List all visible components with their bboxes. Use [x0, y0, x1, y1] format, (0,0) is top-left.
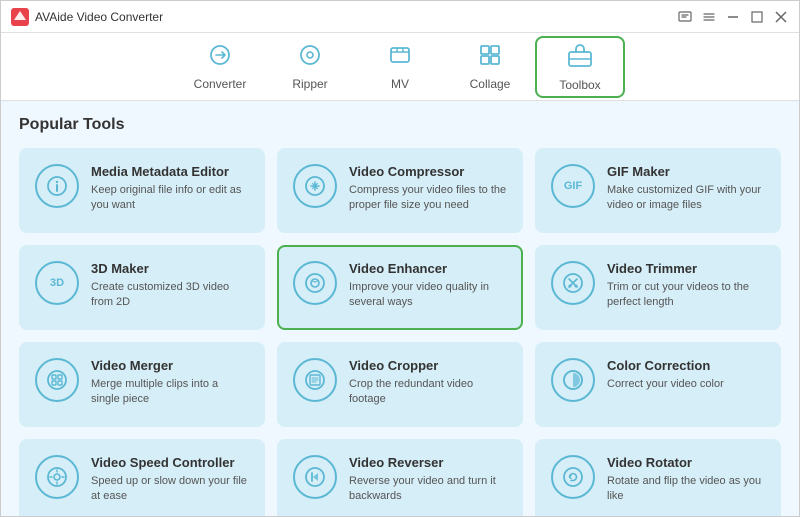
nav-toolbox[interactable]: Toolbox — [535, 36, 625, 98]
tool-card-media-metadata[interactable]: Media Metadata Editor Keep original file … — [19, 148, 265, 233]
tool-desc-media-metadata: Keep original file info or edit as you w… — [91, 183, 249, 214]
tool-desc-video-reverser: Reverse your video and turn it backwards — [349, 474, 507, 505]
tool-desc-video-enhancer: Improve your video quality in several wa… — [349, 280, 507, 311]
app-icon — [11, 8, 29, 26]
tool-name-3d-maker: 3D Maker — [91, 261, 249, 276]
tool-name-video-cropper: Video Cropper — [349, 358, 507, 373]
window-controls — [677, 9, 789, 25]
close-button[interactable] — [773, 9, 789, 25]
tool-icon-video-reverser — [293, 455, 337, 499]
tool-desc-color-correction: Correct your video color — [607, 377, 765, 392]
nav-mv[interactable]: MV — [355, 36, 445, 98]
tool-card-gif-maker[interactable]: GIF GIF Maker Make customized GIF with you… — [535, 148, 781, 233]
feedback-icon[interactable] — [677, 9, 693, 25]
tool-name-color-correction: Color Correction — [607, 358, 765, 373]
tool-name-video-enhancer: Video Enhancer — [349, 261, 507, 276]
collage-label: Collage — [470, 77, 511, 91]
tool-card-3d-maker[interactable]: 3D 3D Maker Create customized 3D video fro… — [19, 245, 265, 330]
tool-icon-video-compressor — [293, 164, 337, 208]
tool-name-video-trimmer: Video Trimmer — [607, 261, 765, 276]
mv-label: MV — [391, 77, 409, 91]
title-bar-left: AVAide Video Converter — [11, 8, 163, 26]
tool-icon-video-merger — [35, 358, 79, 402]
collage-icon — [478, 43, 502, 73]
tool-info-video-speed-controller: Video Speed Controller Speed up or slow d… — [91, 455, 249, 505]
section-title: Popular Tools — [19, 116, 781, 134]
tool-card-video-rotator[interactable]: Video Rotator Rotate and flip the video a… — [535, 439, 781, 516]
tool-info-video-rotator: Video Rotator Rotate and flip the video a… — [607, 455, 765, 505]
converter-icon — [208, 43, 232, 73]
tool-name-video-compressor: Video Compressor — [349, 164, 507, 179]
tool-icon-video-enhancer — [293, 261, 337, 305]
nav-bar: Converter Ripper MV — [1, 33, 799, 101]
toolbox-icon — [567, 42, 593, 74]
tool-icon-video-trimmer — [551, 261, 595, 305]
tool-desc-video-rotator: Rotate and flip the video as you like — [607, 474, 765, 505]
tool-info-video-cropper: Video Cropper Crop the redundant video fo… — [349, 358, 507, 408]
tool-card-video-speed-controller[interactable]: Video Speed Controller Speed up or slow d… — [19, 439, 265, 516]
tool-name-video-merger: Video Merger — [91, 358, 249, 373]
title-bar: AVAide Video Converter — [1, 1, 799, 33]
tool-icon-color-correction — [551, 358, 595, 402]
tool-card-color-correction[interactable]: Color Correction Correct your video color — [535, 342, 781, 427]
tool-info-gif-maker: GIF Maker Make customized GIF with your v… — [607, 164, 765, 214]
mv-icon — [388, 43, 412, 73]
tool-info-media-metadata: Media Metadata Editor Keep original file … — [91, 164, 249, 214]
tool-desc-video-compressor: Compress your video files to the proper … — [349, 183, 507, 214]
tool-info-video-reverser: Video Reverser Reverse your video and tur… — [349, 455, 507, 505]
tool-name-video-speed-controller: Video Speed Controller — [91, 455, 249, 470]
maximize-button[interactable] — [749, 9, 765, 25]
tool-card-video-cropper[interactable]: Video Cropper Crop the redundant video fo… — [277, 342, 523, 427]
toolbox-label: Toolbox — [559, 78, 600, 92]
tool-card-video-merger[interactable]: Video Merger Merge multiple clips into a … — [19, 342, 265, 427]
tool-name-media-metadata: Media Metadata Editor — [91, 164, 249, 179]
tool-card-video-compressor[interactable]: Video Compressor Compress your video file… — [277, 148, 523, 233]
app-title: AVAide Video Converter — [35, 10, 163, 24]
ripper-label: Ripper — [292, 77, 327, 91]
nav-collage[interactable]: Collage — [445, 36, 535, 98]
nav-converter[interactable]: Converter — [175, 36, 265, 98]
minimize-button[interactable] — [725, 9, 741, 25]
tool-card-video-enhancer[interactable]: Video Enhancer Improve your video quality… — [277, 245, 523, 330]
nav-ripper[interactable]: Ripper — [265, 36, 355, 98]
tool-icon-video-speed-controller — [35, 455, 79, 499]
tool-name-video-reverser: Video Reverser — [349, 455, 507, 470]
tool-card-video-trimmer[interactable]: Video Trimmer Trim or cut your videos to … — [535, 245, 781, 330]
tool-info-color-correction: Color Correction Correct your video color — [607, 358, 765, 392]
tool-info-video-trimmer: Video Trimmer Trim or cut your videos to … — [607, 261, 765, 311]
tool-info-3d-maker: 3D Maker Create customized 3D video from … — [91, 261, 249, 311]
tool-info-video-compressor: Video Compressor Compress your video file… — [349, 164, 507, 214]
main-content: Popular Tools Media Metadata Editor Keep … — [1, 101, 799, 516]
ripper-icon — [298, 43, 322, 73]
tool-name-gif-maker: GIF Maker — [607, 164, 765, 179]
tool-icon-video-cropper — [293, 358, 337, 402]
tool-card-video-reverser[interactable]: Video Reverser Reverse your video and tur… — [277, 439, 523, 516]
tool-icon-3d-maker: 3D — [35, 261, 79, 305]
tool-desc-video-cropper: Crop the redundant video footage — [349, 377, 507, 408]
tool-desc-3d-maker: Create customized 3D video from 2D — [91, 280, 249, 311]
menu-icon[interactable] — [701, 9, 717, 25]
tool-icon-media-metadata — [35, 164, 79, 208]
converter-label: Converter — [194, 77, 247, 91]
tool-desc-gif-maker: Make customized GIF with your video or i… — [607, 183, 765, 214]
tool-desc-video-trimmer: Trim or cut your videos to the perfect l… — [607, 280, 765, 311]
tool-name-video-rotator: Video Rotator — [607, 455, 765, 470]
tools-grid: Media Metadata Editor Keep original file … — [19, 148, 781, 516]
tool-desc-video-speed-controller: Speed up or slow down your file at ease — [91, 474, 249, 505]
tool-icon-gif-maker: GIF — [551, 164, 595, 208]
tool-info-video-merger: Video Merger Merge multiple clips into a … — [91, 358, 249, 408]
tool-desc-video-merger: Merge multiple clips into a single piece — [91, 377, 249, 408]
tool-icon-video-rotator — [551, 455, 595, 499]
tool-info-video-enhancer: Video Enhancer Improve your video quality… — [349, 261, 507, 311]
